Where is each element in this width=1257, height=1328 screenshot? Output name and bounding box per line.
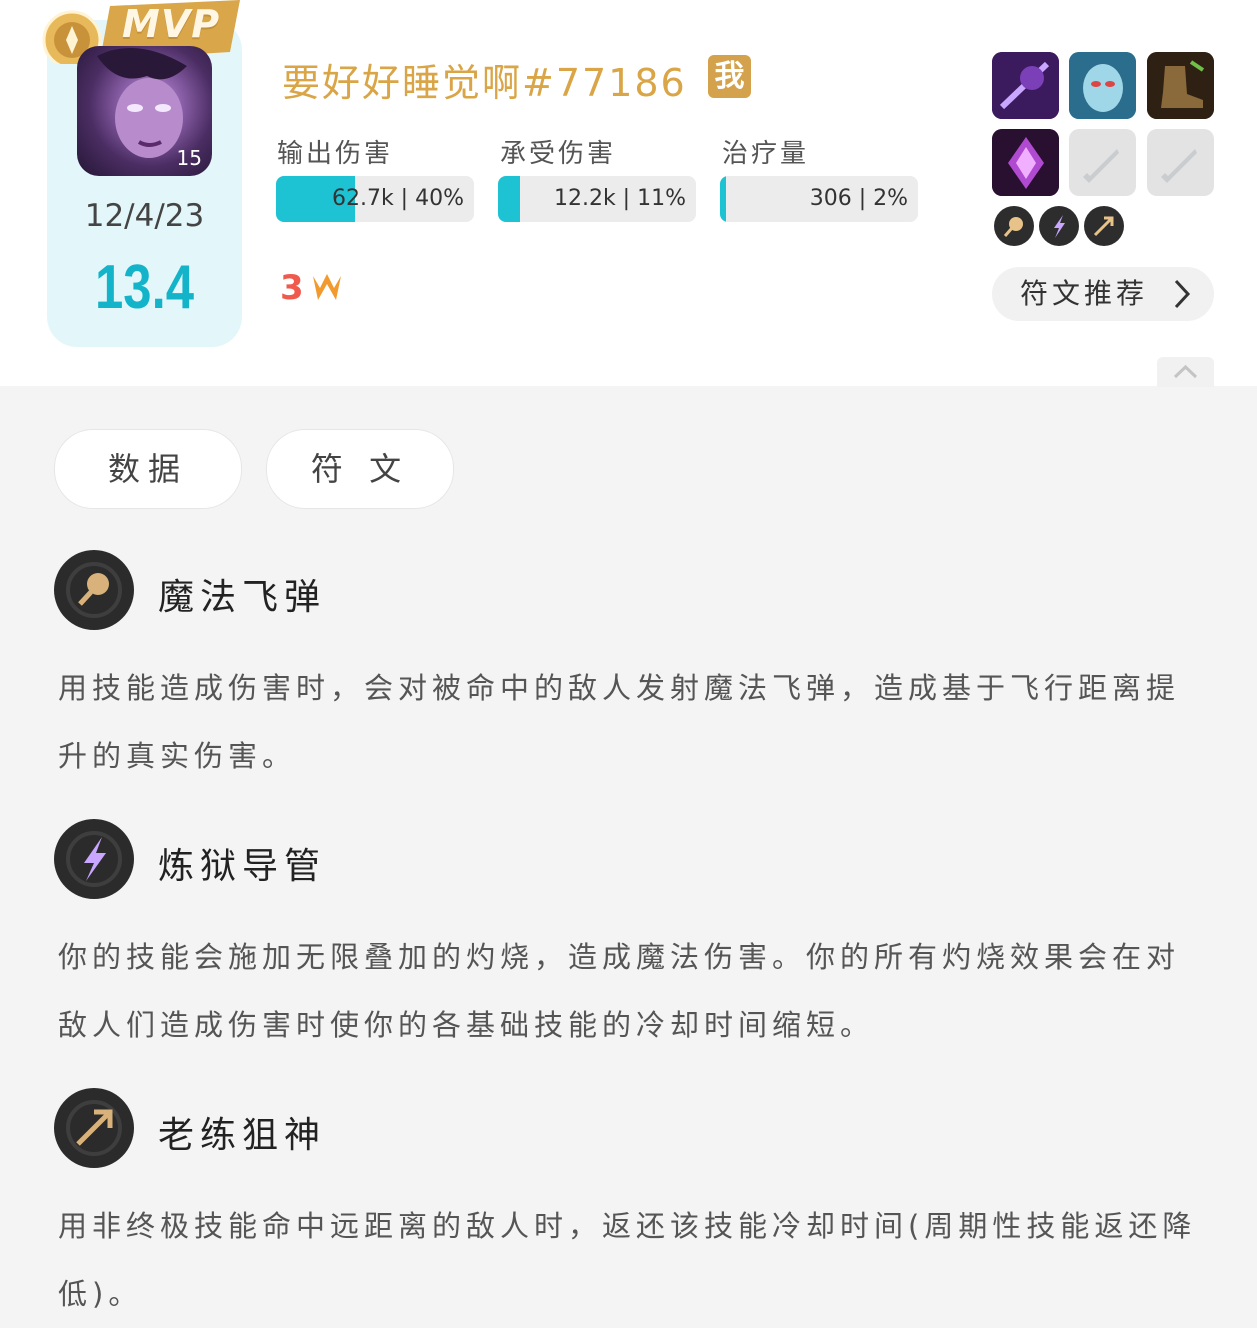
rune-icon-1 — [54, 550, 134, 630]
flame-w-icon — [312, 274, 341, 300]
rune-recommend-label: 符文推荐 — [1020, 277, 1149, 310]
tab-runes[interactable]: 符 文 — [266, 429, 454, 509]
chevron-right-icon — [1174, 279, 1191, 309]
veteran-sniper-icon — [66, 1100, 122, 1156]
item-slot-2[interactable] — [1069, 52, 1136, 119]
champion-level: 15 — [176, 146, 202, 170]
mvp-label: MVP — [122, 2, 221, 46]
rune-desc-2: 你的技能会施加无限叠加的灼烧，造成魔法伤害。你的所有灼烧效果会在对敌人们造成伤害… — [58, 940, 1181, 1042]
inferno-conduit-icon — [66, 831, 122, 887]
item-slot-3[interactable] — [1147, 52, 1214, 119]
damage-dealt-label: 输出伤害 — [277, 139, 394, 169]
healing-label: 治疗量 — [722, 139, 810, 169]
player-name[interactable]: 要好好睡觉啊#77186 — [282, 52, 687, 107]
item-slot-6[interactable] — [1147, 129, 1214, 196]
rune-title-3: 老练狙神 — [158, 1115, 327, 1156]
healing-value: 306 | 2% — [809, 186, 908, 211]
arcane-missile-icon — [66, 562, 122, 618]
item-slot-5[interactable] — [1069, 129, 1136, 196]
item-slot-4[interactable] — [992, 129, 1059, 196]
empty-item-slot-icon — [1083, 149, 1119, 183]
match-date: 12/4/23 — [84, 198, 205, 234]
damage-taken-value: 12.2k | 11% — [553, 186, 686, 211]
boots-item-icon — [1147, 52, 1214, 119]
small-rune-1 — [994, 206, 1034, 246]
rune-desc-1: 用技能造成伤害时，会对被命中的敌人发射魔法飞弹，造成基于飞行距离提升的真实伤害。 — [58, 671, 1181, 773]
torch-icon — [1054, 215, 1065, 238]
tab-data[interactable]: 数据 — [54, 429, 242, 509]
damage-taken-bar: 12.2k | 11% — [498, 176, 696, 222]
damage-taken-label: 承受伤害 — [500, 139, 617, 169]
collapse-button[interactable] — [1157, 357, 1214, 387]
rune-icon-3 — [54, 1088, 134, 1168]
match-score: 13.4 — [95, 253, 194, 322]
me-badge: 我 — [708, 55, 751, 98]
streak-count: 3 — [280, 268, 304, 308]
rune-title-2: 炼狱导管 — [158, 846, 327, 887]
rune-title-1: 魔法飞弹 — [158, 577, 327, 618]
small-rune-3 — [1084, 206, 1124, 246]
champion-avatar[interactable]: 15 — [77, 46, 212, 176]
healing-fill — [720, 176, 726, 222]
empty-item-slot-icon — [1161, 149, 1197, 183]
damage-taken-fill — [498, 176, 520, 222]
damage-dealt-bar: 62.7k | 40% — [276, 176, 474, 222]
frost-mask-item-icon — [1069, 52, 1136, 119]
rune-recommend-button[interactable]: 符文推荐 — [992, 267, 1214, 321]
hunter-icon — [1093, 216, 1114, 237]
damage-dealt-value: 62.7k | 40% — [331, 186, 464, 211]
win-streak: 3 — [280, 268, 344, 308]
small-rune-2 — [1039, 206, 1079, 246]
dark-staff-item-icon — [992, 52, 1059, 119]
rune-desc-3: 用非终极技能命中远距离的敌人时，返还该技能冷却时间(周期性技能返还降低)。 — [58, 1209, 1197, 1311]
void-crystal-item-icon — [992, 129, 1059, 196]
chevron-up-icon — [1173, 364, 1198, 379]
rune-icon-2 — [54, 819, 134, 899]
healing-bar: 306 | 2% — [720, 176, 918, 222]
arcane-comet-icon — [1003, 217, 1023, 237]
item-slot-1[interactable] — [992, 52, 1059, 119]
